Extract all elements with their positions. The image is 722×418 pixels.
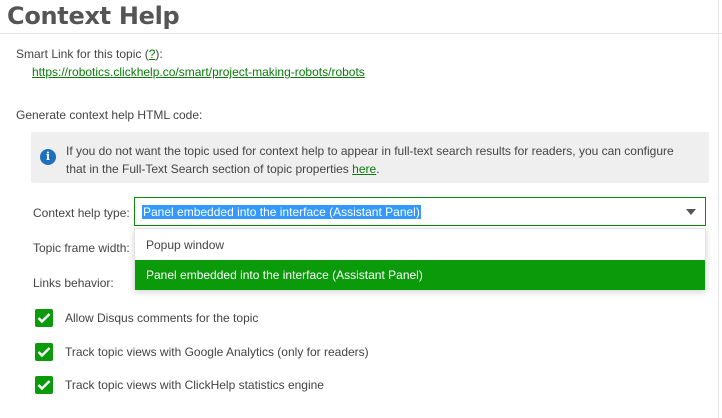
context-help-type-label: Context help type:	[33, 206, 130, 220]
smart-link-url[interactable]: https://robotics.clickhelp.co/smart/proj…	[32, 65, 365, 79]
clickhelp-stats-checkbox[interactable]	[35, 376, 53, 394]
checkmark-icon	[37, 313, 51, 324]
disqus-label: Allow Disqus comments for the topic	[65, 311, 259, 325]
smart-link-url-row: https://robotics.clickhelp.co/smart/proj…	[32, 65, 365, 79]
option-assistant-panel[interactable]: Panel embedded into the interface (Assis…	[135, 260, 705, 290]
info-text: If you do not want the topic used for co…	[66, 142, 696, 178]
page-title: Context Help	[7, 2, 180, 30]
right-divider	[718, 0, 719, 418]
topic-frame-width-label: Topic frame width:	[33, 241, 130, 255]
disqus-checkbox[interactable]	[35, 309, 53, 327]
info-notice: i If you do not want the topic used for …	[31, 132, 709, 183]
info-icon: i	[40, 149, 56, 165]
title-divider	[0, 33, 722, 34]
checkmark-icon	[37, 380, 51, 391]
google-analytics-checkbox[interactable]	[35, 343, 53, 361]
checkmark-icon	[37, 347, 51, 358]
select-current-value: Panel embedded into the interface (Assis…	[142, 205, 421, 219]
option-popup-window[interactable]: Popup window	[135, 230, 705, 260]
generate-label: Generate context help HTML code:	[16, 108, 203, 122]
smart-link-label: Smart Link for this topic (?):	[16, 47, 163, 61]
clickhelp-stats-label: Track topic views with ClickHelp statist…	[65, 378, 324, 392]
chevron-down-icon[interactable]	[686, 209, 696, 215]
info-here-link[interactable]: here	[352, 162, 376, 176]
smart-link-label-text: Smart Link for this topic (	[16, 47, 149, 61]
smart-link-label-end: ):	[155, 47, 163, 61]
context-help-type-dropdown: Popup window Panel embedded into the int…	[134, 228, 706, 290]
info-text-end: .	[376, 162, 380, 176]
links-behavior-label: Links behavior:	[33, 276, 114, 290]
context-help-type-select[interactable]: Panel embedded into the interface (Assis…	[134, 197, 706, 226]
google-analytics-label: Track topic views with Google Analytics …	[65, 345, 369, 359]
